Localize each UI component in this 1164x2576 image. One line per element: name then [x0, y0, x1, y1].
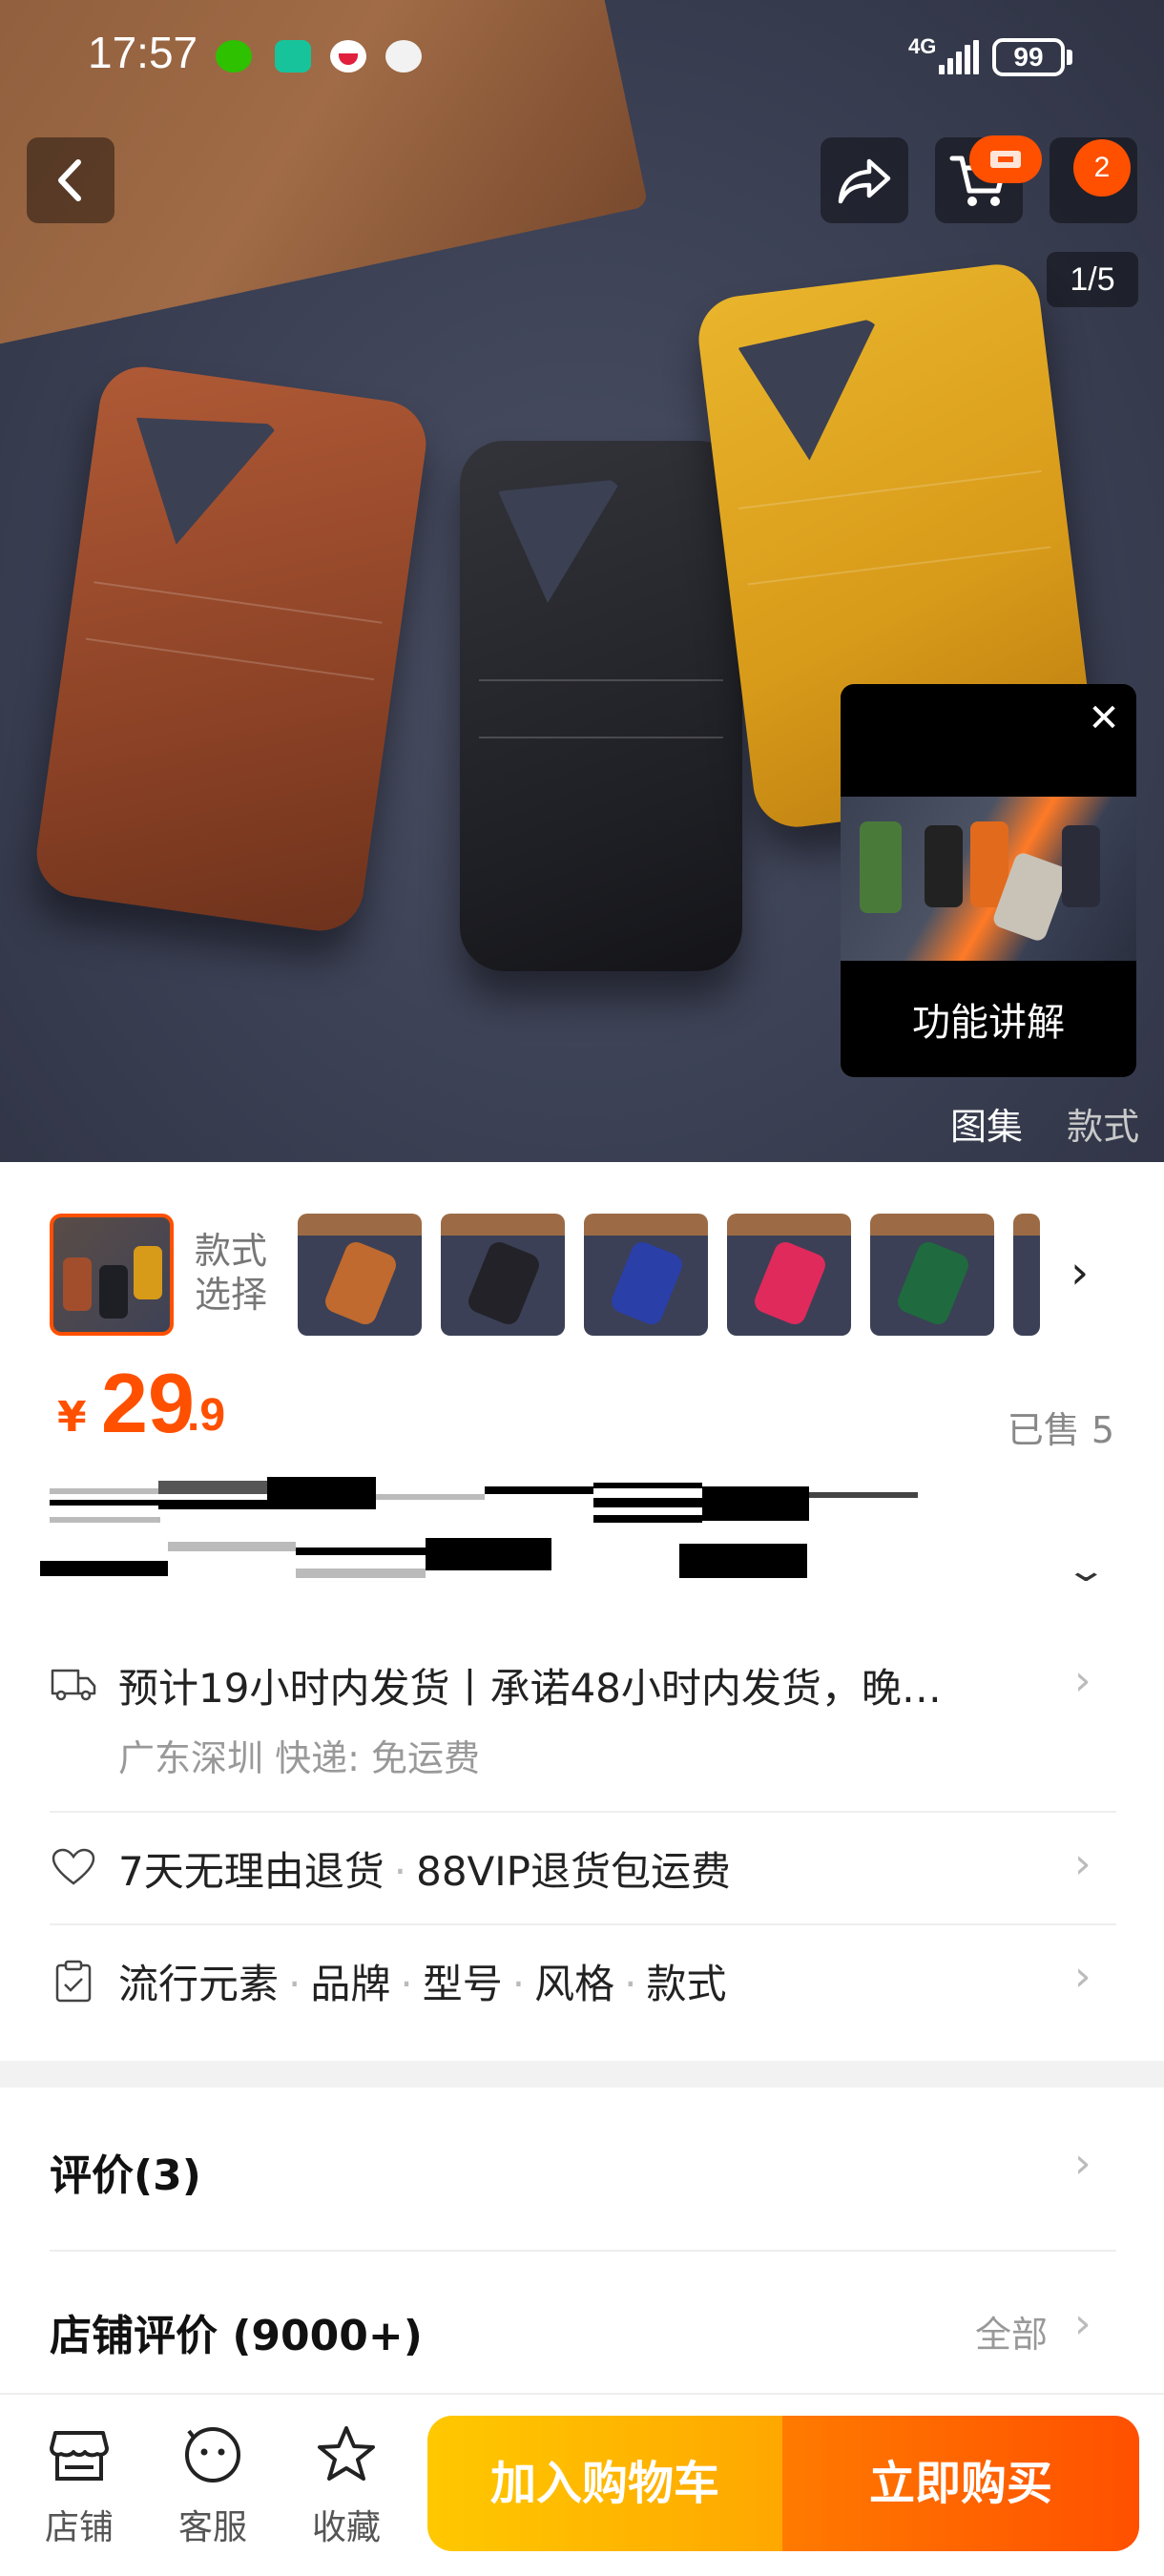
chevron-right-icon: › [1074, 2299, 1091, 2348]
style-label-line1: 款式 [195, 1230, 268, 1272]
battery-tip [1067, 50, 1072, 65]
shipping-origin: 广东深圳 快递: 免运费 [118, 1737, 480, 1779]
signal-icon [939, 40, 979, 74]
param-item: 流行元素 [118, 1961, 280, 2007]
brown-phone-case [31, 361, 432, 937]
return-7day: 7天无理由退货 [118, 1848, 385, 1895]
coupon-icon [990, 151, 1021, 168]
star-icon [318, 2426, 375, 2481]
image-page-indicator: 1/5 [1047, 252, 1138, 307]
close-icon[interactable]: ✕ [1083, 697, 1125, 739]
app-notification-icon [275, 40, 311, 73]
reviews-title: 评价(3) [50, 2151, 201, 2200]
param-item: 风格 [534, 1961, 615, 2007]
style-thumb-black[interactable] [441, 1214, 565, 1336]
video-label: 功能讲解 [912, 1001, 1065, 1045]
return-88vip: 88VIP退货包运费 [416, 1848, 731, 1895]
chevron-right-icon[interactable]: › [1070, 1246, 1089, 1299]
heart-icon [50, 1845, 97, 1889]
clipboard-icon [50, 1960, 97, 2004]
product-image-gallery[interactable]: 17:57 4G 99 2 1/5 ✕ 功能讲解 图集 款式 [0, 0, 1164, 1162]
style-label-line2: 选择 [195, 1274, 268, 1316]
style-selector-strip: 款式 选择 › [0, 1162, 1164, 1336]
chevron-left-icon [58, 159, 81, 201]
video-thumbnail[interactable] [841, 797, 1136, 961]
service-label: 客服 [177, 2508, 247, 2547]
gallery-tab-switch[interactable]: 图集 款式 [950, 1097, 1139, 1150]
shop-label: 店铺 [44, 2508, 114, 2547]
style-thumb-all[interactable] [50, 1214, 174, 1336]
notification-badge: 2 [1073, 139, 1131, 197]
favorite-button[interactable]: 收藏 [294, 2423, 399, 2549]
shop-reviews-title: 店铺评价 (9000+) [50, 2312, 423, 2360]
battery-icon: 99 [992, 38, 1065, 76]
black-phone-case [460, 441, 742, 971]
chevron-right-icon: › [1074, 1952, 1091, 2001]
shop-reviews-row[interactable]: 店铺评价 (9000+) 全部 › [0, 2254, 1164, 2393]
style-thumb-green[interactable] [870, 1214, 994, 1336]
style-thumb-partial[interactable] [1013, 1214, 1040, 1336]
shop-reviews-all-link[interactable]: 全部 [975, 2305, 1048, 2358]
wechat-icon [216, 40, 252, 73]
feature-video-popup[interactable]: ✕ 功能讲解 [841, 684, 1136, 1077]
tab-gallery[interactable]: 图集 [950, 1106, 1023, 1148]
tab-styles[interactable]: 款式 [1067, 1106, 1139, 1148]
cloud-icon [385, 40, 422, 73]
currency-symbol: ¥ [57, 1393, 87, 1442]
shop-icon [50, 2431, 109, 2481]
return-policy-row[interactable]: 7天无理由退货 · 88VIP退货包运费 › [0, 1815, 1164, 1925]
reviews-row[interactable]: 评价(3) › [0, 2088, 1164, 2250]
divider [50, 1923, 1116, 1925]
price-row: ¥ 29 .9 已售 5 [0, 1353, 1164, 1451]
shop-button[interactable]: 店铺 [27, 2423, 132, 2549]
bottom-action-bar: 店铺 客服 收藏 加入购物车 立即购买 [0, 2393, 1164, 2576]
chevron-right-icon: › [1074, 1656, 1091, 1705]
params-list: 流行元素 · 品牌 · 型号 · 风格 · 款式 [118, 1961, 727, 2007]
app-notification-icon-2 [330, 40, 366, 73]
price-integer: 29 [101, 1356, 195, 1450]
style-thumb-blue[interactable] [584, 1214, 708, 1336]
buy-now-button[interactable]: 立即购买 [782, 2416, 1139, 2551]
return-policy-text: 7天无理由退货 · 88VIP退货包运费 [118, 1848, 731, 1895]
network-type: 4G [908, 34, 937, 58]
divider [50, 1811, 1116, 1813]
status-bar: 17:57 4G 99 [0, 0, 1164, 113]
share-button[interactable] [821, 137, 908, 223]
chevron-down-icon[interactable]: ⌄ [1064, 1551, 1108, 1589]
style-thumb-brown[interactable] [298, 1214, 422, 1336]
share-icon [838, 158, 891, 204]
chevron-right-icon: › [1074, 1839, 1091, 1888]
favorite-label: 收藏 [311, 2508, 381, 2547]
sold-count: 已售 5 [1007, 1409, 1114, 1451]
style-thumb-pink[interactable] [727, 1214, 851, 1336]
shipping-text: 预计19小时内发货丨承诺48小时内发货，晚… [118, 1665, 942, 1712]
customer-service-button[interactable]: 客服 [160, 2423, 265, 2549]
section-gap [0, 2061, 1164, 2088]
param-item: 品牌 [310, 1961, 391, 2007]
divider [50, 2250, 1116, 2252]
style-selector-label: 款式 选择 [195, 1229, 267, 1317]
params-row[interactable]: 流行元素 · 品牌 · 型号 · 风格 · 款式 › [0, 1927, 1164, 2042]
cta-group: 加入购物车 立即购买 [427, 2416, 1139, 2551]
add-to-cart-button[interactable]: 加入购物车 [427, 2416, 782, 2551]
chat-face-icon [185, 2427, 240, 2483]
truck-icon [50, 1662, 97, 1706]
param-item: 款式 [646, 1961, 727, 2007]
status-time: 17:57 [88, 28, 198, 77]
price-decimal: .9 [187, 1390, 226, 1441]
back-button[interactable] [27, 137, 114, 223]
chevron-right-icon: › [1074, 2139, 1091, 2188]
cart-badge [969, 135, 1042, 183]
param-item: 型号 [422, 1961, 503, 2007]
shipping-row[interactable]: 预计19小时内发货丨承诺48小时内发货，晚… 广东深圳 快递: 免运费 › [0, 1622, 1164, 1813]
